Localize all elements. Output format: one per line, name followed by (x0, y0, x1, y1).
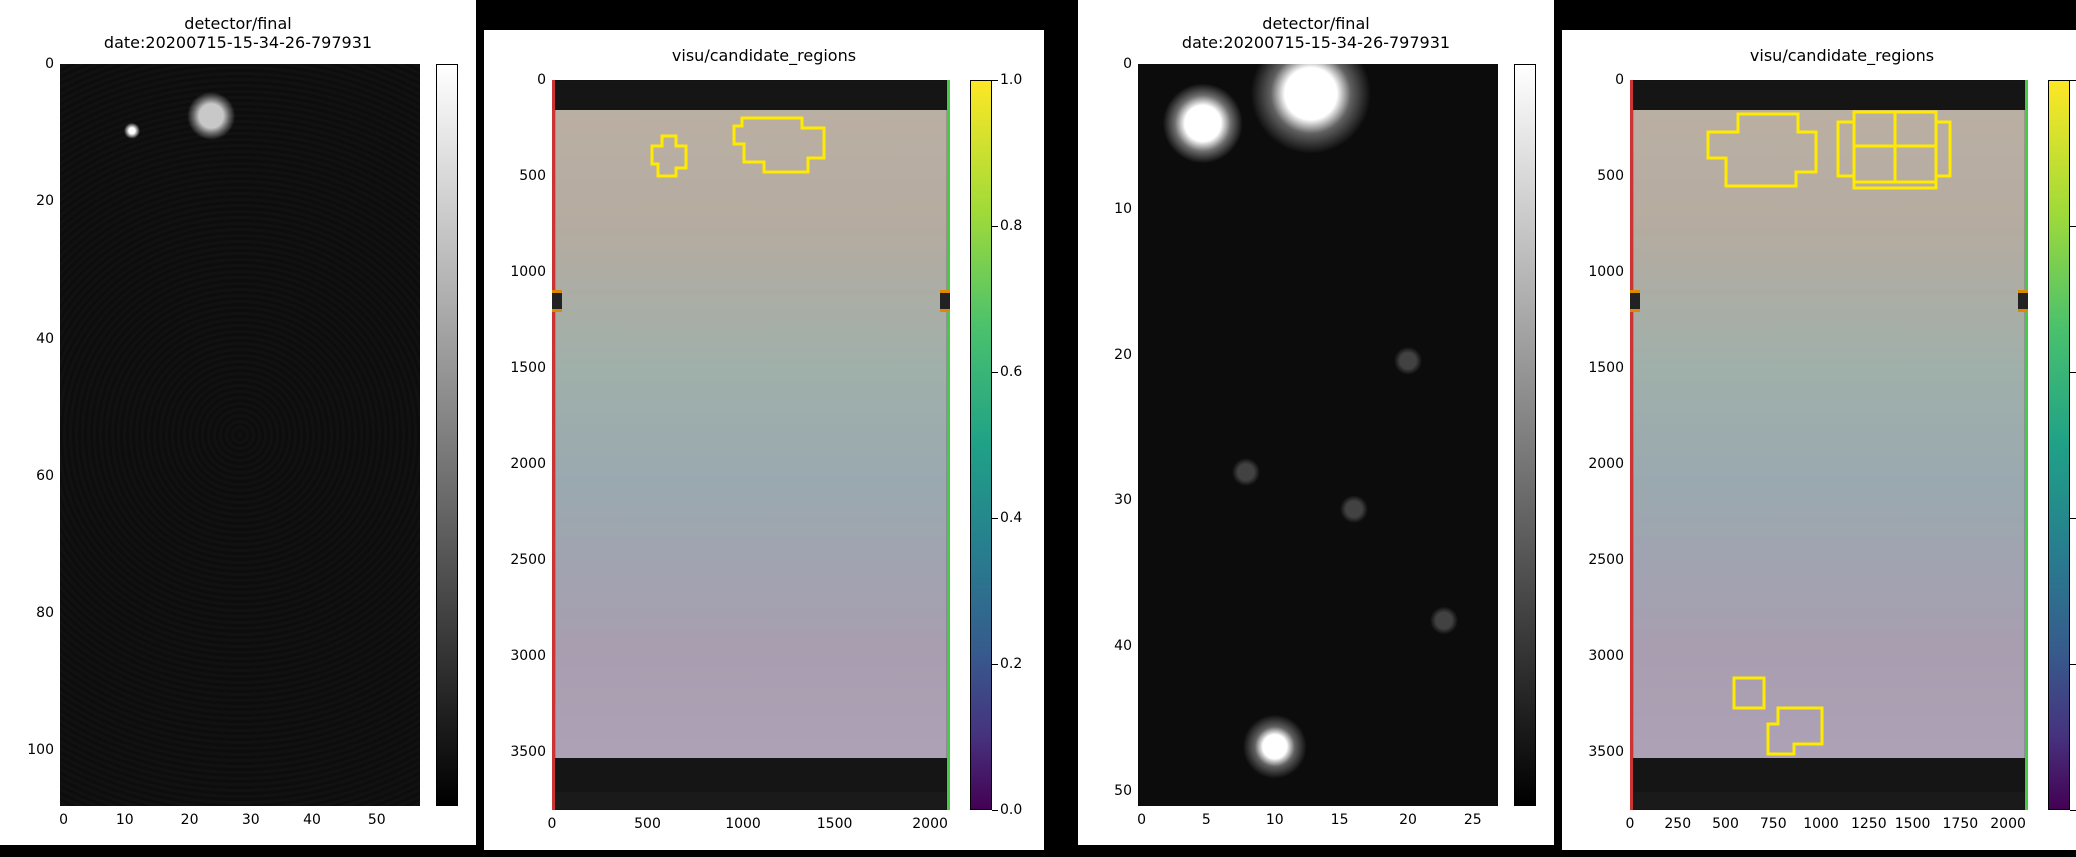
ytick: 500 (519, 168, 546, 184)
colorbar-viridis (2048, 80, 2070, 810)
x-axis-ticks: 0 500 1000 1500 2000 (552, 816, 950, 836)
ytick: 1500 (1588, 360, 1624, 376)
title-line2: date:20200715-15-34-26-797931 (1182, 33, 1450, 52)
colorbar-viridis (970, 80, 992, 810)
xtick: 50 (368, 812, 386, 828)
figure-stage: detector/final date:20200715-15-34-26-79… (0, 0, 2076, 857)
xtick: 1500 (817, 816, 853, 832)
panel-left-candidates: visu/candidate_regions 0 500 1000 1500 2… (484, 30, 1044, 850)
panel-right-detector: detector/final date:20200715-15-34-26-79… (1078, 0, 1554, 845)
ytick: 50 (1114, 783, 1132, 799)
ytick: 3500 (510, 744, 546, 760)
ytick: 3000 (1588, 648, 1624, 664)
xtick: 25 (1464, 812, 1482, 828)
candidate-contours (552, 80, 950, 810)
ytick: 0 (1615, 72, 1624, 88)
ytick: 40 (36, 331, 54, 347)
ytick: 500 (1597, 168, 1624, 184)
x-axis-ticks: 0 5 10 15 20 25 (1138, 812, 1498, 832)
ytick: 1500 (510, 360, 546, 376)
xtick: 20 (181, 812, 199, 828)
heatmap-axes (60, 64, 420, 806)
xtick: 500 (1712, 816, 1739, 832)
xtick: 2000 (912, 816, 948, 832)
ytick: 30 (1114, 492, 1132, 508)
xtick: 0 (59, 812, 68, 828)
title-line1: detector/final (1262, 14, 1369, 33)
title-text: visu/candidate_regions (1750, 46, 1934, 65)
xtick: 1500 (1895, 816, 1931, 832)
x-axis-ticks: 0 10 20 30 40 50 (60, 812, 420, 832)
ytick: 3000 (510, 648, 546, 664)
cbar-tick: 1.0 (1000, 72, 1022, 88)
panel-right-candidates: visu/candidate_regions 0 500 (1562, 30, 2076, 850)
xtick: 5 (1202, 812, 1211, 828)
cbar-tick: 0.8 (1000, 218, 1022, 234)
xtick: 10 (116, 812, 134, 828)
ytick: 0 (45, 56, 54, 72)
heatmap-axes (1630, 80, 2028, 810)
plot-title: detector/final date:20200715-15-34-26-79… (0, 14, 476, 52)
ytick: 10 (1114, 201, 1132, 217)
candidate-contours (1630, 80, 2028, 810)
heatmap-axes (1138, 64, 1498, 806)
ytick: 3500 (1588, 744, 1624, 760)
panel-left-detector: detector/final date:20200715-15-34-26-79… (0, 0, 476, 845)
colorbar-gray (1514, 64, 1536, 806)
ytick: 0 (1123, 56, 1132, 72)
ytick: 2500 (1588, 552, 1624, 568)
y-axis-ticks: 0 10 20 30 40 50 (1078, 64, 1132, 806)
xtick: 1250 (1851, 816, 1887, 832)
ytick: 80 (36, 605, 54, 621)
y-axis-ticks: 0 500 1000 1500 2000 2500 3000 3500 (1562, 80, 1624, 810)
ytick: 1000 (1588, 264, 1624, 280)
ytick: 40 (1114, 638, 1132, 654)
xtick: 1750 (1943, 816, 1979, 832)
cbar-tick: 0.6 (1000, 364, 1022, 380)
x-axis-ticks: 0 250 500 750 1000 1250 1500 1750 2000 (1630, 816, 2028, 836)
xtick: 500 (634, 816, 661, 832)
xtick: 0 (1137, 812, 1146, 828)
xtick: 20 (1399, 812, 1417, 828)
ytick: 2000 (1588, 456, 1624, 472)
cbar-tick: 0.2 (1000, 656, 1022, 672)
xtick: 1000 (725, 816, 761, 832)
ytick: 100 (27, 742, 54, 758)
ytick: 2000 (510, 456, 546, 472)
ytick: 20 (36, 193, 54, 209)
xtick: 2000 (1990, 816, 2026, 832)
title-line1: detector/final (184, 14, 291, 33)
xtick: 750 (1760, 816, 1787, 832)
ytick: 60 (36, 468, 54, 484)
ytick: 1000 (510, 264, 546, 280)
title-text: visu/candidate_regions (672, 46, 856, 65)
cbar-tick: 0.4 (1000, 510, 1022, 526)
title-line2: date:20200715-15-34-26-797931 (104, 33, 372, 52)
y-axis-ticks: 0 20 40 60 80 100 (0, 64, 54, 806)
ytick: 20 (1114, 347, 1132, 363)
plot-title: visu/candidate_regions (1562, 46, 2076, 65)
xtick: 0 (1626, 816, 1635, 832)
plot-title: visu/candidate_regions (484, 46, 1044, 65)
xtick: 1000 (1803, 816, 1839, 832)
colorbar-gray (436, 64, 458, 806)
heatmap-axes (552, 80, 950, 810)
ytick: 2500 (510, 552, 546, 568)
plot-title: detector/final date:20200715-15-34-26-79… (1078, 14, 1554, 52)
y-axis-ticks: 0 500 1000 1500 2000 2500 3000 3500 (484, 80, 546, 810)
xtick: 30 (242, 812, 260, 828)
xtick: 40 (303, 812, 321, 828)
colorbar-ticks: 1.0 0.8 0.6 0.4 0.2 0.0 (1000, 80, 1040, 810)
cbar-tick: 0.0 (1000, 802, 1022, 818)
xtick: 15 (1331, 812, 1349, 828)
xtick: 250 (1664, 816, 1691, 832)
ytick: 0 (537, 72, 546, 88)
xtick: 10 (1266, 812, 1284, 828)
xtick: 0 (548, 816, 557, 832)
